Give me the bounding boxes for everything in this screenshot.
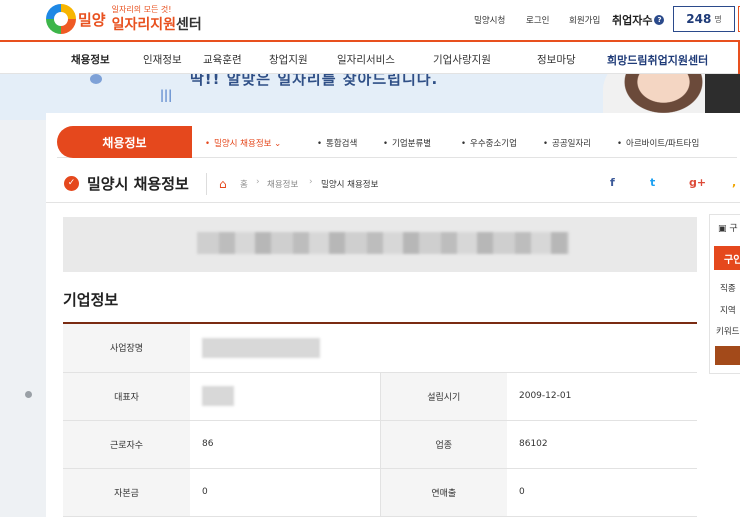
sidebar-head-text: 구 — [729, 224, 738, 234]
home-icon[interactable]: ⌂ — [219, 177, 227, 191]
sidebar-label-keyword: 키워드 — [716, 327, 740, 337]
logo-city: 밀양 — [78, 10, 106, 29]
sidebar-head: ▣ 구 — [718, 224, 738, 234]
industry-value: 86102 — [507, 420, 697, 469]
util-link-login[interactable]: 로그인 — [526, 14, 549, 26]
logo-emblem-icon — [46, 4, 76, 34]
sidebar-label-jobtype: 직종 — [720, 284, 736, 294]
company-info-table: 사업장명 대표자 설립시기 2009-12-01 근로자수 86 업종 8610… — [63, 324, 697, 517]
table-row: 자본금 0 연매출 0 — [63, 468, 697, 517]
sub-nav-item-sme-label: 우수중소기업 — [470, 139, 517, 149]
banner-deco-dot — [90, 74, 102, 84]
question-icon[interactable]: ? — [654, 15, 665, 25]
ceo-redacted — [202, 386, 234, 406]
main-nav: 채용정보 인재정보 교육훈련 창업지원 일자리서비스 기업사랑지원 정보마당 희… — [0, 40, 740, 76]
table-row: 대표자 설립시기 2009-12-01 — [63, 372, 697, 421]
employees-label: 근로자수 — [63, 420, 190, 469]
nav-item-job-service[interactable]: 일자리서비스 — [337, 52, 395, 67]
breadcrumb-home[interactable]: 홈 — [240, 178, 248, 190]
sidebar-search-button[interactable] — [715, 346, 740, 365]
table-row: 근로자수 86 업종 86102 — [63, 420, 697, 469]
logo-slogan: 일자리의 모든 것! — [111, 5, 172, 14]
breadcrumb-separator-icon: › — [309, 177, 313, 187]
nav-item-hope-center[interactable]: 희망드림취업지원센터 — [607, 52, 708, 68]
breadcrumb-current: 밀양시 채용정보 — [321, 180, 379, 190]
nav-item-recruit[interactable]: 채용정보 — [71, 52, 110, 67]
top-header: 밀양 일자리의 모든 것! 일자리지원센터 밀양시청 로그인 회원가입 취업자수… — [0, 0, 740, 40]
nav-item-company-support[interactable]: 기업사랑지원 — [433, 52, 491, 67]
logo-title-main: 일자리지원 — [111, 17, 177, 33]
nav-item-startup[interactable]: 창업지원 — [269, 52, 308, 67]
employment-label-text: 취업자수 — [612, 14, 653, 27]
sub-nav-item-parttime[interactable]: • 아르바이트/파트타임 — [617, 137, 699, 149]
founded-value: 2009-12-01 — [507, 372, 697, 421]
company-name-label: 사업장명 — [63, 324, 190, 373]
chevron-down-icon: ⌄ — [274, 139, 282, 149]
employment-label: 취업자수 ? — [612, 12, 665, 28]
sidebar-label-region: 지역 — [720, 306, 736, 316]
sub-nav-item-miryang[interactable]: • 밀양시 채용정보 ⌄ — [205, 137, 281, 149]
job-title-redacted — [197, 232, 569, 254]
breadcrumb-separator-icon: › — [256, 177, 260, 187]
sub-nav-item-search-label: 통합검색 — [326, 139, 358, 149]
sidebar-tab-job[interactable]: 구인 — [714, 246, 740, 270]
ceo-label: 대표자 — [63, 372, 190, 421]
page-title: 밀양시 채용정보 — [87, 175, 189, 193]
sub-nav-item-category-label: 기업분류별 — [392, 139, 432, 149]
google-plus-icon[interactable]: g+ — [689, 176, 706, 189]
company-name-redacted — [202, 337, 320, 358]
capital-value: 0 — [190, 468, 380, 517]
industry-label: 업종 — [379, 420, 507, 469]
revenue-value: 0 — [507, 468, 697, 517]
site-logo[interactable]: 밀양 일자리의 모든 것! 일자리지원센터 — [46, 4, 202, 34]
sub-nav-item-sme[interactable]: • 우수중소기업 — [461, 137, 517, 149]
header-divider — [206, 173, 207, 195]
employment-unit: 명 — [714, 14, 722, 24]
nav-item-talent[interactable]: 인재정보 — [143, 52, 182, 67]
logo-title-sub: 센터 — [176, 17, 202, 33]
capital-label: 자본금 — [63, 468, 190, 517]
table-row: 사업장명 — [63, 324, 697, 373]
right-search-sidebar: ▣ 구 구인 직종 지역 키워드 — [709, 214, 740, 374]
sub-nav-item-category[interactable]: • 기업분류별 — [383, 137, 431, 149]
banner-deco-lines: ||| — [160, 88, 173, 102]
employees-value: 86 — [190, 420, 380, 469]
revenue-label: 연매출 — [379, 468, 507, 517]
check-circle-icon: ✓ — [64, 176, 79, 191]
util-link-join[interactable]: 회원가입 — [569, 14, 600, 26]
sub-nav-item-search[interactable]: • 통합검색 — [317, 137, 357, 149]
sub-nav-item-public[interactable]: • 공공일자리 — [543, 137, 591, 149]
ceo-value — [190, 372, 380, 421]
section-title-company: 기업정보 — [63, 291, 119, 309]
facebook-icon[interactable]: f — [610, 176, 615, 189]
employment-counter: 248 명 — [673, 6, 735, 32]
breadcrumb-recruit[interactable]: 채용정보 — [267, 178, 298, 190]
util-link-cityhall[interactable]: 밀양시청 — [474, 14, 505, 26]
nav-item-education[interactable]: 교육훈련 — [203, 52, 242, 67]
side-scroll-dot[interactable] — [25, 391, 32, 398]
sub-nav: 채용정보 • 밀양시 채용정보 ⌄ • 통합검색 • 기업분류별 • 우수중소기업 • 공… — [57, 126, 737, 158]
sub-nav-item-miryang-label: 밀양시 채용정보 — [214, 139, 272, 149]
sub-nav-item-public-label: 공공일자리 — [552, 139, 592, 149]
content-card: 채용정보 • 밀양시 채용정보 ⌄ • 통합검색 • 기업분류별 • 우수중소기업 • 공… — [46, 113, 740, 517]
sub-nav-title: 채용정보 — [57, 126, 192, 158]
share-more-icon[interactable]: , — [732, 176, 736, 189]
founded-label: 설립시기 — [379, 372, 507, 421]
sub-nav-item-parttime-label: 아르바이트/파트타임 — [626, 139, 700, 149]
nav-item-info[interactable]: 정보마당 — [537, 52, 576, 67]
company-name-value — [190, 324, 697, 373]
page-header: ✓ 밀양시 채용정보 ⌂ 홈 › 채용정보 › 밀양시 채용정보 f t g+ … — [46, 165, 740, 203]
employment-count: 248 — [686, 12, 712, 26]
banner-tagline: 딱!! 알맞은 일자리를 찾아드립니다. — [190, 74, 439, 88]
job-title-box — [63, 217, 697, 272]
logo-title: 일자리지원센터 — [112, 17, 202, 33]
logo-text: 일자리의 모든 것! 일자리지원센터 — [111, 5, 202, 33]
twitter-icon[interactable]: t — [650, 176, 655, 189]
